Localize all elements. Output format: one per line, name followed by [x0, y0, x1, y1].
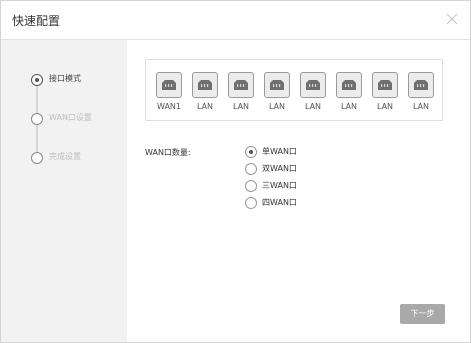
- dialog-title: 快速配置: [12, 14, 61, 28]
- port-label: LAN: [376, 102, 394, 111]
- step-label: 完成设置: [49, 152, 81, 161]
- port-wan1: WAN1: [156, 72, 182, 111]
- ethernet-port-icon: [192, 72, 218, 98]
- port-label: LAN: [196, 102, 214, 111]
- dialog-titlebar: 快速配置: [1, 1, 470, 40]
- ethernet-port-icon: [156, 72, 182, 98]
- close-icon: [446, 13, 458, 25]
- step-label: 接口模式: [49, 74, 81, 83]
- port-lan: LAN: [336, 72, 362, 111]
- ethernet-port-icon: [408, 72, 434, 98]
- ethernet-port-icon: [336, 72, 362, 98]
- port-label: LAN: [412, 102, 430, 111]
- ethernet-port-icon: [372, 72, 398, 98]
- radio-checked-icon[interactable]: [245, 146, 257, 158]
- wan-count-label: WAN口数量:: [145, 148, 191, 157]
- port-label: LAN: [340, 102, 358, 111]
- radio-unchecked-icon[interactable]: [245, 163, 257, 175]
- port-lan: LAN: [300, 72, 326, 111]
- radio-unchecked-icon[interactable]: [245, 197, 257, 209]
- step-indicator-icon: [31, 74, 43, 86]
- ethernet-port-icon: [228, 72, 254, 98]
- next-button[interactable]: 下一步: [400, 304, 445, 324]
- port-lan: LAN: [192, 72, 218, 111]
- step-label: WAN口设置: [49, 113, 92, 122]
- radio-label: 双WAN口: [262, 164, 297, 173]
- port-label: LAN: [268, 102, 286, 111]
- step-indicator-icon: [31, 113, 43, 125]
- radio-label: 四WAN口: [262, 198, 297, 207]
- close-button[interactable]: [444, 11, 460, 27]
- port-lan: LAN: [264, 72, 290, 111]
- port-lan: LAN: [228, 72, 254, 111]
- ethernet-port-icon: [264, 72, 290, 98]
- port-lan: LAN: [408, 72, 434, 111]
- step-indicator-icon: [31, 152, 43, 164]
- step-sidebar: 接口模式 WAN口设置 完成设置: [1, 40, 127, 342]
- port-lan: LAN: [372, 72, 398, 111]
- radio-label: 单WAN口: [262, 147, 297, 156]
- port-label: WAN1: [156, 102, 182, 111]
- radio-unchecked-icon[interactable]: [245, 180, 257, 192]
- port-label: LAN: [304, 102, 322, 111]
- radio-label: 三WAN口: [262, 181, 297, 190]
- quick-setup-dialog: 快速配置 接口模式 WAN口设置 完成设置 WAN1 LAN LAN LAN L…: [0, 0, 471, 343]
- port-label: LAN: [232, 102, 250, 111]
- ethernet-port-icon: [300, 72, 326, 98]
- port-panel: WAN1 LAN LAN LAN LAN LAN LAN LAN: [145, 59, 443, 121]
